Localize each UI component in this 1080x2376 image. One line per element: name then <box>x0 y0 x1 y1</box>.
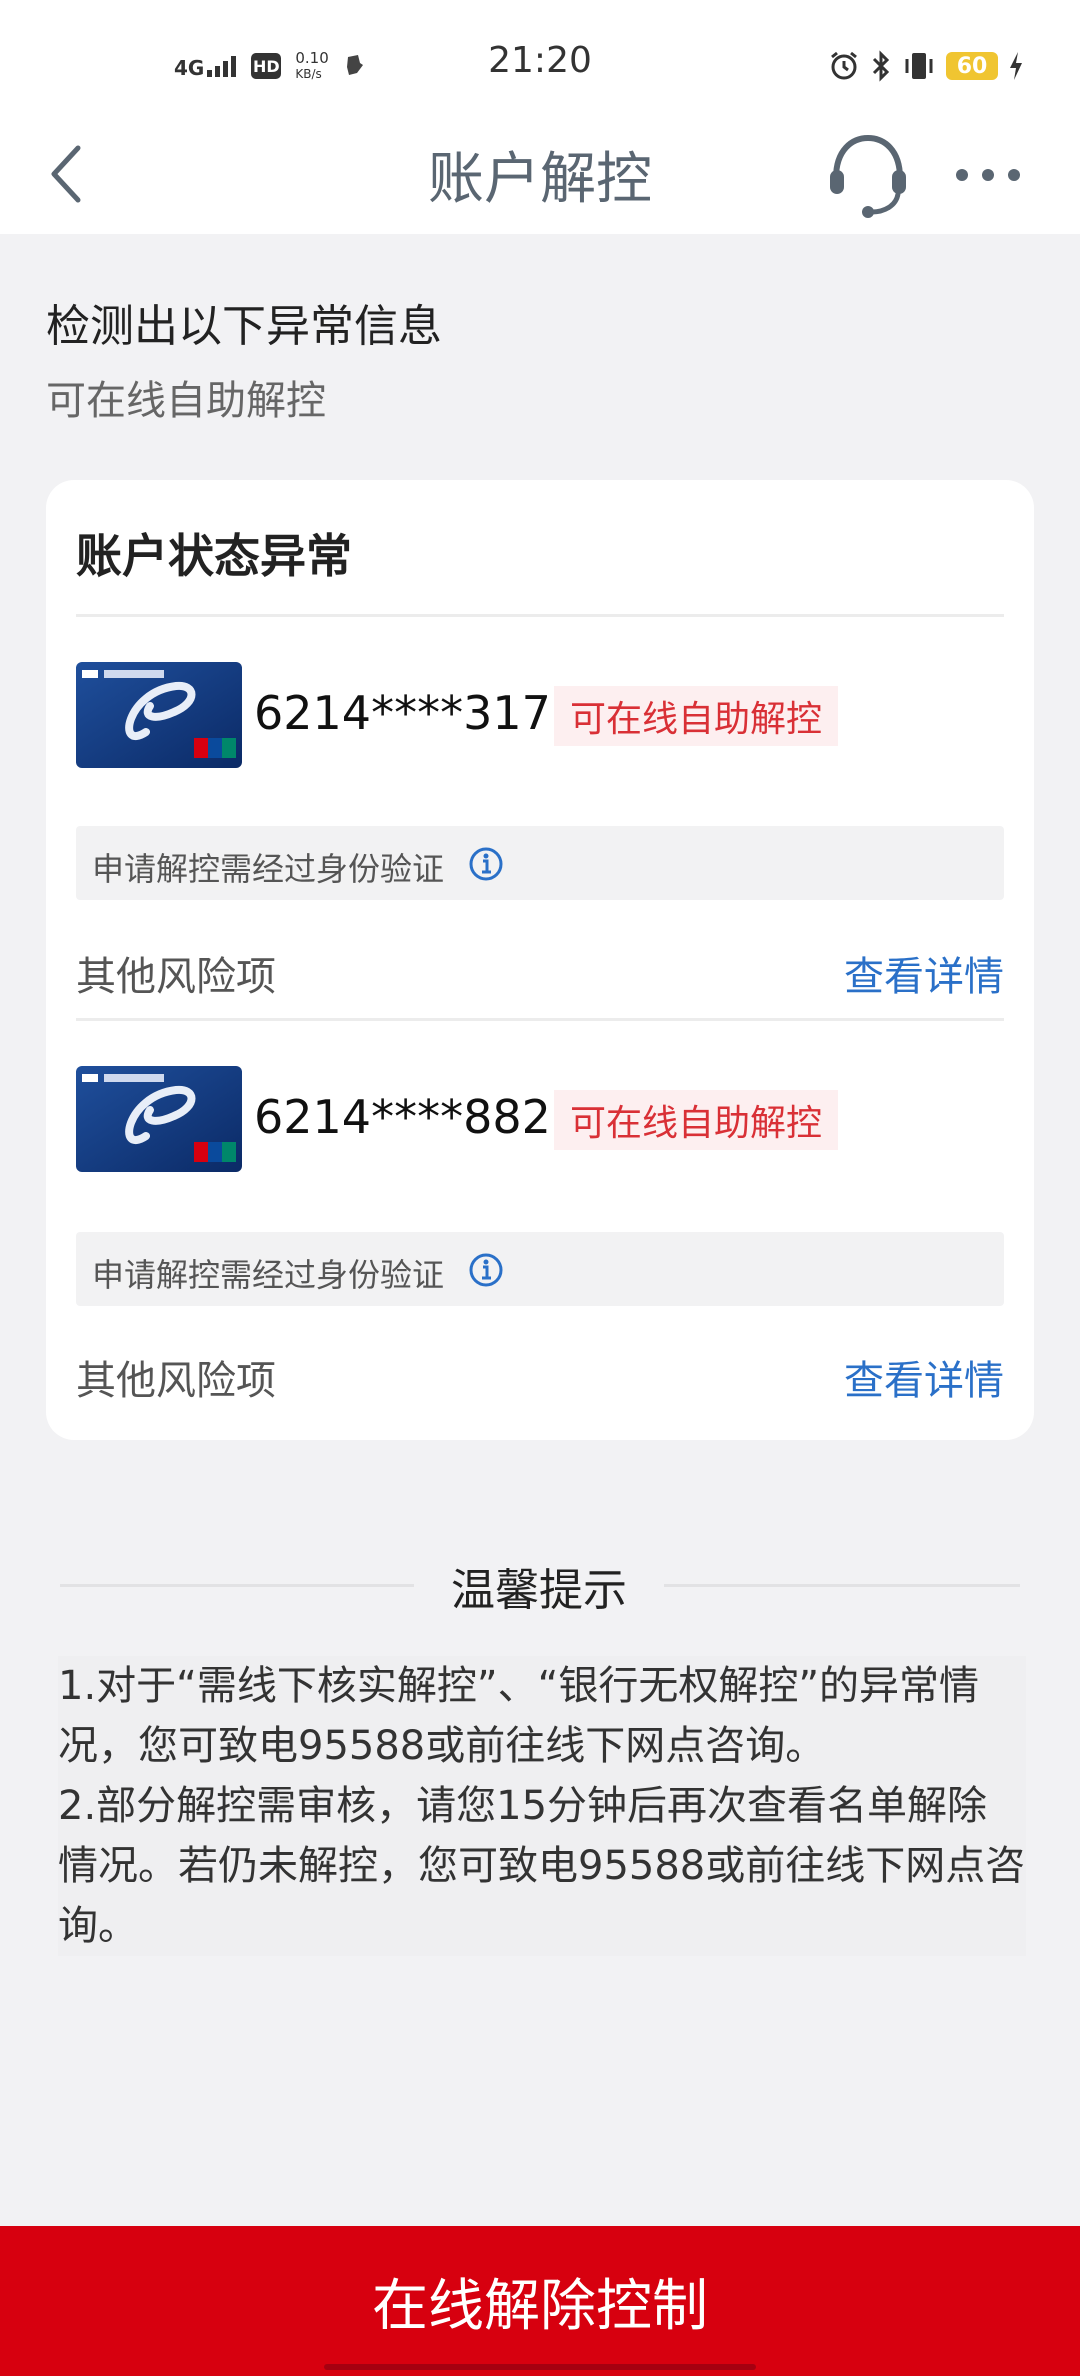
view-detail-link[interactable]: 查看详情 <box>844 944 1004 1002</box>
customer-service-button[interactable] <box>826 126 910 222</box>
info-icon <box>469 1253 503 1287</box>
bank-card-image <box>76 1066 242 1172</box>
icbc-card-icon <box>76 1066 242 1172</box>
bank-card-image <box>76 662 242 768</box>
verify-text: 申请解控需经过身份验证 <box>92 850 445 888</box>
headset-icon <box>830 134 906 218</box>
home-indicator[interactable] <box>324 2364 756 2370</box>
info-button[interactable] <box>468 846 504 882</box>
nav-bar: 账户解控 <box>0 120 1080 234</box>
info-icon <box>469 847 503 881</box>
tips-item: 1.对于“需线下核实解控”、“银行无权解控”的异常情况，您可致电95588或前往… <box>58 1663 980 1769</box>
tips-divider-left <box>60 1584 414 1587</box>
other-risk-label: 其他风险项 <box>76 1358 276 1404</box>
charging-icon <box>1010 52 1022 80</box>
account-number: 6214****3175 <box>254 686 581 740</box>
vibrate-icon <box>905 53 933 79</box>
tips-divider-right <box>664 1584 1020 1587</box>
account-divider <box>76 1018 1004 1021</box>
page-title: 账户解控 <box>428 147 652 212</box>
tips-title: 温馨提示 <box>414 1554 664 1618</box>
status-right: 60 <box>828 46 1024 86</box>
detect-subtitle: 可在线自助解控 <box>46 378 326 424</box>
self-unlock-badge: 可在线自助解控 <box>554 1090 839 1150</box>
verify-notice: 申请解控需经过身份验证 <box>76 826 1004 900</box>
tips-item: 2.部分解控需审核，请您15分钟后再次查看名单解除情况。若仍未解控，您可致电95… <box>58 1783 1026 1949</box>
account-number: 6214****8823 <box>254 1090 581 1144</box>
icbc-card-icon <box>76 662 242 768</box>
battery-indicator: 60 <box>946 52 998 80</box>
verify-text: 申请解控需经过身份验证 <box>92 1256 445 1294</box>
verify-notice: 申请解控需经过身份验证 <box>76 1232 1004 1306</box>
info-button[interactable] <box>468 1252 504 1288</box>
view-detail-link[interactable]: 查看详情 <box>844 1348 1004 1406</box>
card-title: 账户状态异常 <box>76 529 352 583</box>
detect-title: 检测出以下异常信息 <box>46 301 442 352</box>
tips-body: 1.对于“需线下核实解控”、“银行无权解控”的异常情况，您可致电95588或前往… <box>58 1656 1026 1956</box>
more-icon <box>956 169 1020 181</box>
card-divider <box>76 614 1004 617</box>
other-risk-label: 其他风险项 <box>76 954 276 1000</box>
alarm-icon <box>831 51 857 80</box>
bluetooth-icon <box>872 50 890 82</box>
online-unlock-button[interactable]: 在线解除控制 <box>0 2226 1080 2376</box>
self-unlock-badge: 可在线自助解控 <box>554 686 839 746</box>
account-status-card: 账户状态异常 6214****3175 可在线自助解控 申请解控需经过身份验证 <box>46 480 1034 1440</box>
status-bar: 4G HD 0.10 KB/s 21:20 60 <box>0 0 1080 120</box>
more-button[interactable] <box>952 150 1024 200</box>
